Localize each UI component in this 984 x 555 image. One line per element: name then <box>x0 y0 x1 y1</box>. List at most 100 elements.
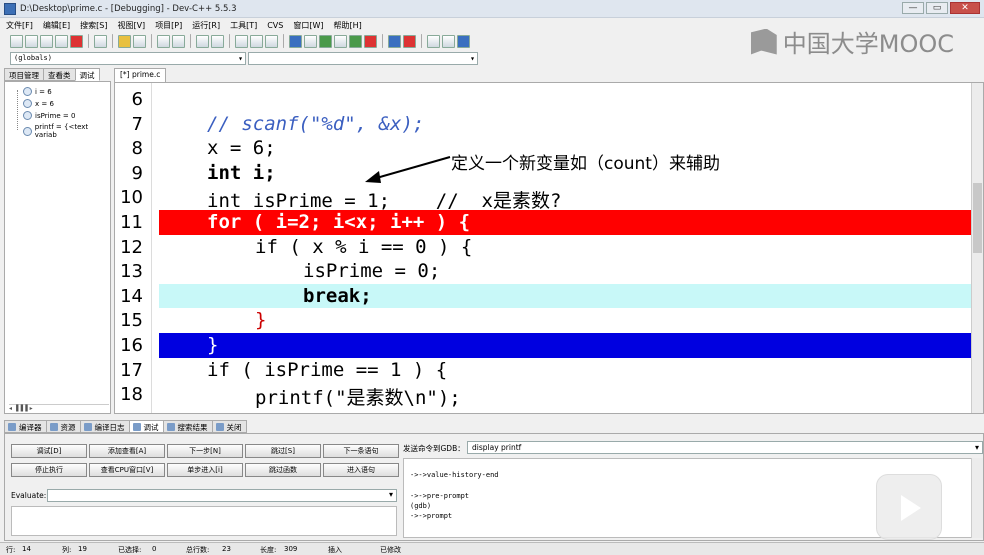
view-cpu-button[interactable]: 查看CPU窗口[V] <box>89 463 165 477</box>
scope-select[interactable]: (globals) <box>10 52 246 65</box>
tab-project[interactable]: 项目管理 <box>4 68 44 81</box>
code-line: 10 int isPrime = 1; // x是素数? <box>115 185 973 212</box>
tab-resources[interactable]: 资源 <box>45 420 81 433</box>
next-step-button[interactable]: 下一步[N] <box>167 444 243 458</box>
save-icon[interactable] <box>40 34 53 48</box>
toolbar-separator <box>151 34 152 48</box>
status-row: 14 <box>22 545 31 553</box>
next-statement-button[interactable]: 下一条语句 <box>323 444 399 458</box>
compile-icon[interactable] <box>289 34 302 48</box>
menu-edit[interactable]: 编辑[E] <box>43 20 70 31</box>
toolbar-separator <box>382 34 383 48</box>
gdb-command-label: 发送命令到GDB： <box>403 444 465 453</box>
help-icon[interactable] <box>457 34 470 48</box>
app-icon <box>4 2 16 15</box>
close-file-icon[interactable] <box>70 34 83 48</box>
line-number: 12 <box>120 236 143 258</box>
menu-search[interactable]: 搜索[S] <box>80 20 107 31</box>
indent-icon[interactable] <box>250 34 263 48</box>
mooc-logo-icon <box>750 28 777 55</box>
delete-profile-icon[interactable] <box>403 34 416 48</box>
watch-item[interactable]: i = 6 <box>23 87 52 96</box>
video-play-button[interactable] <box>876 474 942 540</box>
line-number: 8 <box>131 138 143 160</box>
line-number: 9 <box>131 162 143 184</box>
debug-check-icon[interactable] <box>349 34 362 48</box>
watch-icon <box>23 99 32 108</box>
open-file-icon[interactable] <box>25 34 38 48</box>
code-line: 12 if ( x % i == 0 ) { <box>115 235 973 260</box>
goto-line-icon[interactable] <box>196 34 209 48</box>
line-number: 11 <box>120 212 143 233</box>
evaluate-input[interactable] <box>47 489 397 502</box>
code-line: 13 isPrime = 0; <box>115 259 973 284</box>
stop-execution-button[interactable]: 停止执行 <box>11 463 87 477</box>
toolbar-separator <box>421 34 422 48</box>
member-select[interactable] <box>248 52 478 65</box>
tab-classes[interactable]: 查看类 <box>43 68 76 81</box>
code-line: 16 <box>115 333 155 358</box>
menu-help[interactable]: 帮助[H] <box>334 20 362 31</box>
compile-run-icon[interactable] <box>319 34 332 48</box>
tab-close[interactable]: 关闭 <box>211 420 247 433</box>
gdb-vscrollbar[interactable] <box>971 458 983 538</box>
find-icon[interactable] <box>157 34 170 48</box>
menu-project[interactable]: 项目[P] <box>155 20 182 31</box>
gdb-command-input[interactable]: display printf <box>467 441 983 454</box>
skip-function-button[interactable]: 跳过函数 <box>245 463 321 477</box>
evaluate-label: Evaluate: <box>11 491 47 500</box>
minimize-button[interactable]: — <box>902 2 924 14</box>
tab-debug[interactable]: 调试 <box>74 68 100 81</box>
menu-tools[interactable]: 工具[T] <box>230 20 257 31</box>
skip-button[interactable]: 跳过[S] <box>245 444 321 458</box>
toolbar-separator <box>88 34 89 48</box>
watch-item[interactable]: printf = {<text variab <box>23 123 110 139</box>
new-class-icon[interactable] <box>427 34 440 48</box>
scroll-thumb[interactable] <box>973 183 982 253</box>
tab-compiler[interactable]: 编译器 <box>4 420 47 433</box>
bottom-tabs: 编译器 资源 编译日志 调试 搜索结果 关闭 <box>4 420 247 433</box>
close-button[interactable]: ✕ <box>950 2 980 14</box>
print-icon[interactable] <box>94 34 107 48</box>
step-into-button[interactable]: 单步进入[i] <box>167 463 243 477</box>
editor-vscrollbar[interactable] <box>971 83 983 413</box>
add-watch-button[interactable]: 添加查看[A] <box>89 444 165 458</box>
replace-icon[interactable] <box>172 34 185 48</box>
status-row-label: 行: <box>6 546 16 554</box>
watch-item[interactable]: x = 6 <box>23 99 54 108</box>
menu-run[interactable]: 运行[R] <box>192 20 220 31</box>
watch-hscrollbar[interactable]: ◂ ▐▐▐ ▸ <box>9 404 109 413</box>
run-icon[interactable] <box>304 34 317 48</box>
toggle-comment-icon[interactable] <box>265 34 278 48</box>
watch-item[interactable]: isPrime = 0 <box>23 111 75 120</box>
code-line: 17 if ( isPrime == 1 ) { <box>115 358 973 383</box>
save-all-icon[interactable] <box>55 34 68 48</box>
unindent-icon[interactable] <box>235 34 248 48</box>
undo-icon[interactable] <box>118 34 131 48</box>
tab-search-results[interactable]: 搜索结果 <box>162 420 213 433</box>
code-editor[interactable]: 6 7 // scanf("%d", &x); 8 x = 6; 9 int i… <box>114 82 984 414</box>
stop-icon[interactable] <box>364 34 377 48</box>
bookmark-icon[interactable] <box>211 34 224 48</box>
step-into-statement-button[interactable]: 进入语句 <box>323 463 399 477</box>
status-state: 已修改 <box>380 546 401 554</box>
menu-window[interactable]: 窗口[W] <box>293 20 323 31</box>
debug-button[interactable]: 调试[D] <box>11 444 87 458</box>
menu-view[interactable]: 视图[V] <box>117 20 145 31</box>
profile-icon[interactable] <box>388 34 401 48</box>
maximize-button[interactable]: ▭ <box>926 2 948 14</box>
insert-icon[interactable] <box>442 34 455 48</box>
tab-compile-log[interactable]: 编译日志 <box>79 420 130 433</box>
redo-icon[interactable] <box>133 34 146 48</box>
watch-label: printf = {<text variab <box>34 123 89 139</box>
toolbar-separator <box>112 34 113 48</box>
editor-tab[interactable]: [*] prime.c <box>114 68 167 82</box>
new-file-icon[interactable] <box>10 34 23 48</box>
line-number: 18 <box>120 384 143 406</box>
tab-debug-bottom[interactable]: 调试 <box>128 420 164 433</box>
rebuild-icon[interactable] <box>334 34 347 48</box>
evaluate-output[interactable] <box>11 506 397 536</box>
menu-cvs[interactable]: CVS <box>267 21 283 30</box>
menu-file[interactable]: 文件[F] <box>6 20 33 31</box>
line-number: 6 <box>131 89 143 110</box>
